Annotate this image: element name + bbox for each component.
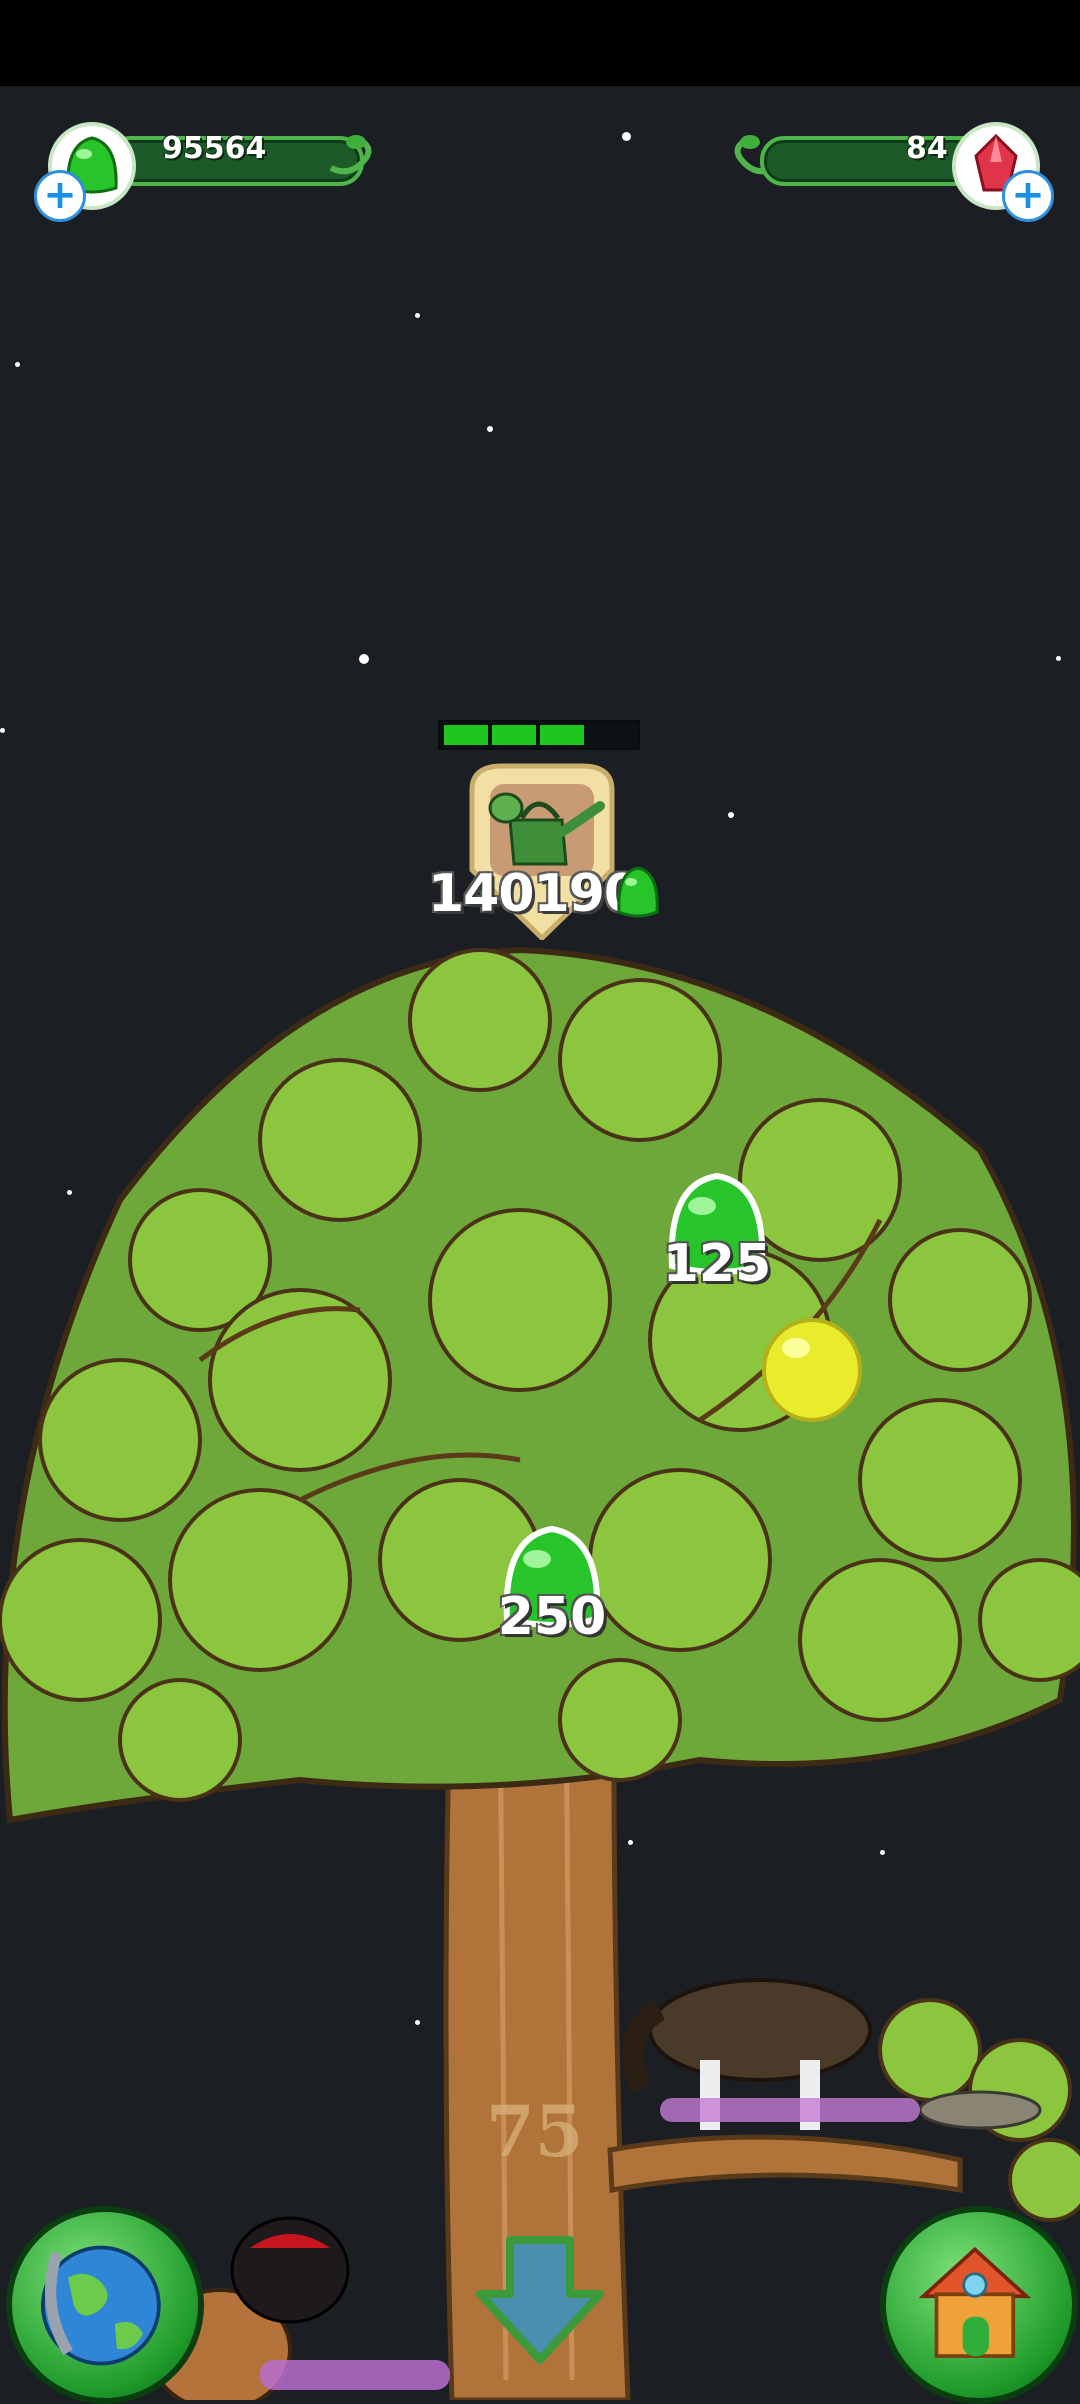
pickup-value: 125 bbox=[662, 1234, 772, 1294]
add-gems-button[interactable]: + bbox=[1002, 170, 1054, 222]
house-icon bbox=[918, 2246, 1032, 2358]
add-gumdrops-button[interactable]: + bbox=[34, 170, 86, 222]
gumdrop-pickup[interactable]: 125 bbox=[662, 1170, 772, 1300]
gumdrop-counter: 95564 + bbox=[30, 122, 372, 222]
task-progress-bar bbox=[438, 720, 640, 750]
gumdrop-count: 95564 bbox=[162, 131, 267, 166]
black-creature bbox=[230, 2216, 350, 2324]
status-bar bbox=[0, 0, 1080, 86]
gem-count: 84 bbox=[906, 131, 948, 166]
gem-counter: 84 + bbox=[730, 122, 1060, 222]
weasel-animal bbox=[918, 2090, 1042, 2130]
vine-icon bbox=[329, 135, 372, 175]
tree-level: 75 bbox=[486, 2090, 584, 2173]
world-map-button[interactable] bbox=[6, 2206, 204, 2404]
gumdrop-pickup[interactable]: 250 bbox=[497, 1523, 607, 1653]
task-cost: 140190 bbox=[428, 864, 640, 924]
home-button[interactable] bbox=[880, 2206, 1078, 2404]
golden-fruit bbox=[762, 1318, 862, 1422]
tree bbox=[0, 946, 1080, 2400]
down-arrow-icon[interactable] bbox=[470, 2230, 610, 2370]
gumdrop-icon bbox=[617, 866, 659, 918]
globe-icon bbox=[40, 2245, 161, 2366]
pickup-value: 250 bbox=[497, 1587, 607, 1647]
